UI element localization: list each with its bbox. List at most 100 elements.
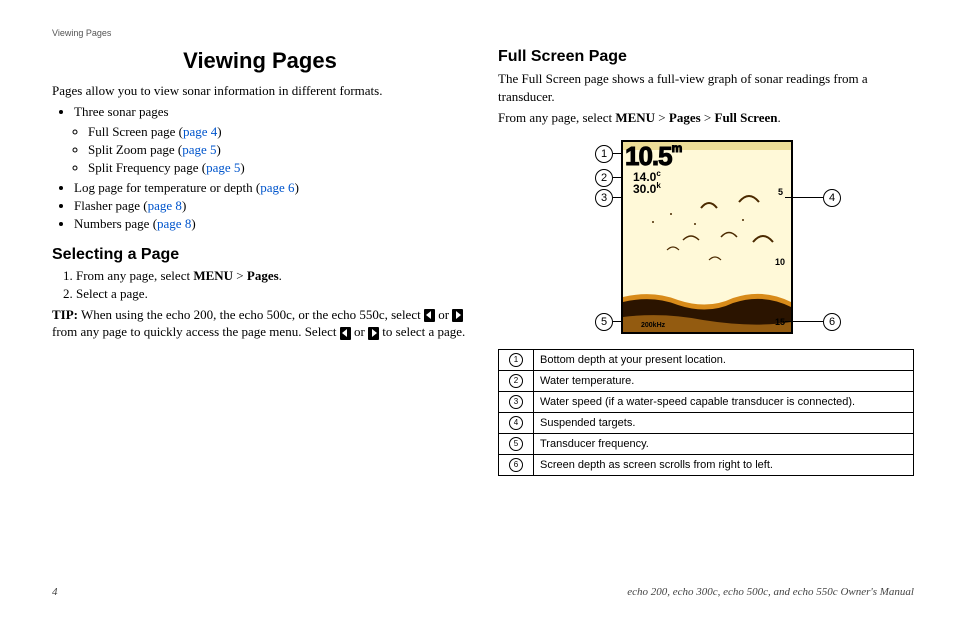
legend-text: Suspended targets. <box>534 412 914 433</box>
text: Numbers page ( <box>74 216 157 231</box>
fullscreen-kw: Full Screen <box>715 110 778 125</box>
text: > <box>655 110 669 125</box>
list-item: Full Screen page (page 4) <box>88 124 468 140</box>
callout-circle: 5 <box>509 437 523 451</box>
callout-circle: 6 <box>823 313 841 331</box>
right-arrow-icon <box>368 327 379 340</box>
text: From any page, select <box>498 110 615 125</box>
page-link[interactable]: page 5 <box>182 142 216 157</box>
depth-unit: m <box>672 141 682 155</box>
text: ) <box>191 216 195 231</box>
text: ) <box>182 198 186 213</box>
speed-value: 30.0 <box>633 182 656 196</box>
list-item: From any page, select MENU > Pages. <box>76 268 468 284</box>
callout-circle: 5 <box>595 313 613 331</box>
left-column: Viewing Pages Pages allow you to view so… <box>52 44 468 576</box>
menu-kw: MENU <box>615 110 655 125</box>
depth-value: 10.5 <box>625 141 672 171</box>
callout-circle: 6 <box>509 458 523 472</box>
selecting-steps: From any page, select MENU > Pages. Sele… <box>52 268 468 302</box>
page-list-cont: Log page for temperature or depth (page … <box>52 180 468 232</box>
text: Full Screen page ( <box>88 124 183 139</box>
legend-text: Transducer frequency. <box>534 433 914 454</box>
callout-6: 6 <box>785 313 841 331</box>
legend-text: Water temperature. <box>534 370 914 391</box>
table-row: 6 Screen depth as screen scrolls from rig… <box>499 454 914 475</box>
tip-paragraph: TIP: When using the echo 200, the echo 5… <box>52 306 468 341</box>
text: to select a page. <box>379 324 465 339</box>
tip-label: TIP: <box>52 307 78 322</box>
sonar-sublist: Full Screen page (page 4) Split Zoom pag… <box>52 124 468 176</box>
list-item: Log page for temperature or depth (page … <box>74 180 468 196</box>
text: Split Zoom page ( <box>88 142 182 157</box>
callout-circle: 4 <box>823 189 841 207</box>
text: ) <box>217 124 221 139</box>
text: ) <box>295 180 299 195</box>
legend-num: 2 <box>499 370 534 391</box>
list-item: Select a page. <box>76 286 468 302</box>
table-row: 2 Water temperature. <box>499 370 914 391</box>
legend-num: 3 <box>499 391 534 412</box>
callout-legend-table: 1Bottom depth at your present location. … <box>498 349 914 476</box>
text: ) <box>217 142 221 157</box>
text: or <box>351 324 368 339</box>
right-arrow-icon <box>452 309 463 322</box>
callout-circle: 1 <box>595 145 613 163</box>
page-number: 4 <box>52 586 58 598</box>
text: . <box>777 110 780 125</box>
text: Flasher page ( <box>74 198 148 213</box>
text: Split Frequency page ( <box>88 160 206 175</box>
list-item: Split Frequency page (page 5) <box>88 160 468 176</box>
fullscreen-instr: From any page, select MENU > Pages > Ful… <box>498 109 914 127</box>
page-link[interactable]: page 8 <box>157 216 191 231</box>
sonar-depth: 10.5m <box>625 141 681 172</box>
columns: Viewing Pages Pages allow you to view so… <box>52 44 914 576</box>
text: ) <box>240 160 244 175</box>
page-title: Viewing Pages <box>52 48 468 74</box>
left-arrow-icon <box>424 309 435 322</box>
text: > <box>701 110 715 125</box>
legend-num: 6 <box>499 454 534 475</box>
legend-num: 4 <box>499 412 534 433</box>
fullscreen-desc: The Full Screen page shows a full-view g… <box>498 70 914 105</box>
page-link[interactable]: page 4 <box>183 124 217 139</box>
legend-text: Bottom depth at your present location. <box>534 349 914 370</box>
list-item: Three sonar pages <box>74 104 468 120</box>
sonar-speed: 30.0k <box>633 181 661 196</box>
table-row: 1 Bottom depth at your present location. <box>499 349 914 370</box>
running-head: Viewing Pages <box>52 28 914 38</box>
pages-kw: Pages <box>669 110 701 125</box>
text: > <box>233 268 247 283</box>
callout-circle: 1 <box>509 353 523 367</box>
legend-num: 1 <box>499 349 534 370</box>
list-item: Numbers page (page 8) <box>74 216 468 232</box>
table-row: 5 Transducer frequency. <box>499 433 914 454</box>
text: From any page, select <box>76 268 193 283</box>
text: . <box>279 268 282 283</box>
legend-text: Screen depth as screen scrolls from righ… <box>534 454 914 475</box>
table-row: 3Water speed (if a water-speed capable t… <box>499 391 914 412</box>
scale-mark: 5 <box>778 187 783 197</box>
page-link[interactable]: page 5 <box>206 160 240 175</box>
pages-kw: Pages <box>247 268 279 283</box>
scale-mark: 10 <box>775 257 785 267</box>
page-link[interactable]: page 8 <box>148 198 182 213</box>
menu-kw: MENU <box>193 268 233 283</box>
callout-circle: 3 <box>595 189 613 207</box>
callout-4: 4 <box>785 189 841 207</box>
text: Log page for temperature or depth ( <box>74 180 260 195</box>
page-link[interactable]: page 6 <box>260 180 294 195</box>
text: from any page to quickly access the page… <box>52 324 340 339</box>
sonar-freq: 200kHz <box>641 322 665 329</box>
callout-circle: 2 <box>509 374 523 388</box>
callout-3: 3 <box>595 189 613 207</box>
sonar-diagram: 10.5m 14.0c 30.0k 5 10 15 200kHz 1 2 3 5… <box>498 135 914 335</box>
table-row: 4Suspended targets. <box>499 412 914 433</box>
legend-body: 1Bottom depth at your present location. … <box>499 349 914 475</box>
fullscreen-heading: Full Screen Page <box>498 48 914 66</box>
intro-text: Pages allow you to view sonar informatio… <box>52 82 468 100</box>
speed-unit: k <box>656 181 660 190</box>
left-arrow-icon <box>340 327 351 340</box>
list-item: Flasher page (page 8) <box>74 198 468 214</box>
callout-2: 2 <box>595 169 613 187</box>
